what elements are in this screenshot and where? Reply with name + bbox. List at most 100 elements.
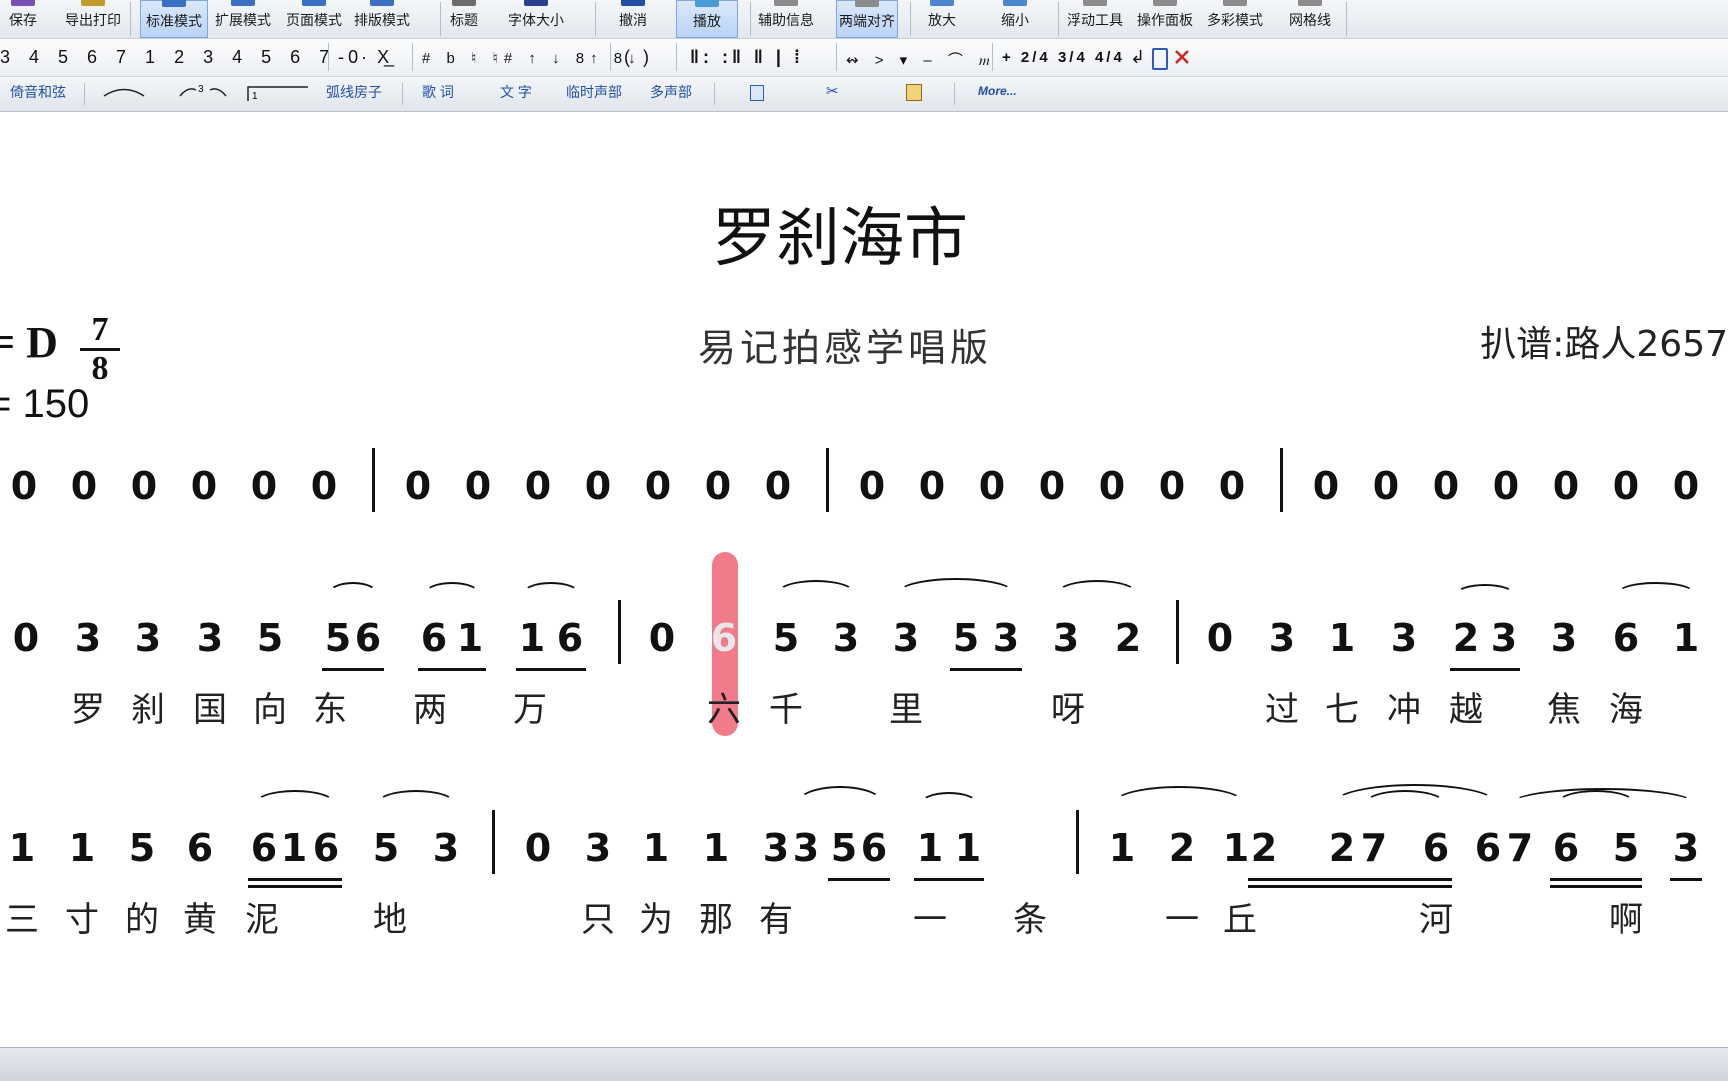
note-digit[interactable]: 5	[1607, 820, 1645, 876]
note-digit[interactable]: 0	[1033, 458, 1071, 514]
lyric-syllable[interactable]: 寸	[62, 892, 102, 941]
note-digit[interactable]: 6	[705, 610, 743, 666]
note-digit[interactable]: 0	[7, 610, 45, 666]
note-digit[interactable]: 0	[759, 458, 797, 514]
lyric-syllable[interactable]: 海	[1606, 682, 1646, 731]
layout-mode-button[interactable]: 排版模式	[350, 0, 414, 38]
key-signature[interactable]: = D	[0, 317, 58, 368]
lyric-syllable[interactable]: 三	[2, 892, 42, 941]
note-digit[interactable]: 0	[699, 458, 737, 514]
dash-buttons[interactable]: - · _	[338, 47, 400, 68]
lyric-syllable[interactable]: 条	[1010, 892, 1050, 941]
note-digit[interactable]: 0	[1093, 458, 1131, 514]
note-digit[interactable]: 3	[1545, 610, 1583, 666]
lyric-syllable[interactable]: 七	[1322, 682, 1362, 731]
note-digit[interactable]: 0	[5, 458, 43, 514]
lyric-syllable[interactable]: 冲	[1384, 682, 1424, 731]
more-button[interactable]: More...	[978, 84, 1017, 98]
note-digit[interactable]: 0	[459, 458, 497, 514]
note-digit[interactable]: 6	[855, 820, 893, 876]
note-digit[interactable]: 5	[123, 820, 161, 876]
note-digit[interactable]: 0	[305, 458, 343, 514]
note-digit[interactable]: 0	[643, 610, 681, 666]
note-digit[interactable]: 6	[1607, 610, 1645, 666]
note-digit[interactable]: 5	[767, 610, 805, 666]
lyric-syllable[interactable]: 啊	[1606, 892, 1646, 941]
barline-buttons[interactable]: ‖: :‖ ‖ | ⁞	[690, 47, 804, 68]
note-digit[interactable]: 0	[1667, 458, 1705, 514]
volta-bracket-icon[interactable]: 1	[246, 83, 310, 103]
note-digit[interactable]: 1	[637, 820, 675, 876]
note-digit[interactable]: 0	[853, 458, 891, 514]
mark-buttons[interactable]: ↭ > ▾ – ⌒ 𝆐	[846, 49, 996, 70]
note-digit[interactable]: 3	[987, 610, 1025, 666]
note-digit[interactable]: 3	[1047, 610, 1085, 666]
note-digit[interactable]: 0	[1607, 458, 1645, 514]
time-signature-buttons[interactable]: + 2/4 3/4 4/4	[1002, 49, 1125, 66]
lyric-syllable[interactable]: 千	[766, 682, 806, 731]
justify-button[interactable]: 两端对齐	[836, 0, 898, 38]
note-digit[interactable]: 5	[367, 820, 405, 876]
note-digit[interactable]: 1	[1667, 610, 1705, 666]
arranger-credit[interactable]: 扒谱:路人2657	[1480, 315, 1728, 367]
lyrics-button[interactable]: 歌 词	[422, 82, 454, 102]
lyric-syllable[interactable]: 黄	[180, 892, 220, 941]
note-digit[interactable]: 0	[1153, 458, 1191, 514]
lyric-syllable[interactable]: 呀	[1048, 682, 1088, 731]
note-digit[interactable]: 0	[913, 458, 951, 514]
note-digit[interactable]: 1	[697, 820, 735, 876]
lyric-syllable[interactable]: 过	[1262, 682, 1302, 731]
note-digit[interactable]: 0	[65, 458, 103, 514]
note-digit[interactable]: 6	[551, 610, 589, 666]
score-title[interactable]: 罗刹海市	[0, 187, 1680, 279]
multi-voice-button[interactable]: 多声部	[650, 82, 692, 102]
note-digit[interactable]: 3	[827, 610, 865, 666]
note-digit[interactable]: 5	[947, 610, 985, 666]
title-button[interactable]: 标题	[440, 0, 488, 38]
zoom-out-button[interactable]: 缩小	[990, 0, 1040, 38]
note-digit[interactable]: 2	[1163, 820, 1201, 876]
lyric-syllable[interactable]: 一	[910, 892, 950, 941]
text-button[interactable]: 文 字	[500, 82, 532, 102]
font-size-button[interactable]: 字体大小	[500, 0, 572, 38]
note-digit[interactable]: 3	[1385, 610, 1423, 666]
note-digit[interactable]: 0	[519, 820, 557, 876]
lyric-syllable[interactable]: 为	[636, 892, 676, 941]
delete-icon[interactable]	[1174, 49, 1190, 65]
note-digit[interactable]: 1	[1323, 610, 1361, 666]
lyric-syllable[interactable]: 丘	[1220, 892, 1260, 941]
play-button[interactable]: 播放	[676, 0, 738, 38]
lyric-syllable[interactable]: 刹	[128, 682, 168, 731]
accidental-buttons[interactable]: # b ♮ ♮# ↑ ↓ 8↑ 8↓	[422, 49, 642, 67]
note-digit[interactable]: 1	[513, 610, 551, 666]
lyric-syllable[interactable]: 有	[756, 892, 796, 941]
standard-mode-button[interactable]: 标准模式	[140, 0, 208, 38]
lyric-syllable[interactable]: 地	[370, 892, 410, 941]
operation-panel-button[interactable]: 操作面板	[1134, 0, 1196, 38]
note-digit[interactable]: 7	[1501, 820, 1539, 876]
note-digit[interactable]: 0	[1487, 458, 1525, 514]
note-digit[interactable]: 1	[911, 820, 949, 876]
page-mode-button[interactable]: 页面模式	[282, 0, 346, 38]
paste-icon[interactable]	[906, 84, 922, 101]
note-digit[interactable]: 0	[973, 458, 1011, 514]
lyric-syllable[interactable]: 一	[1162, 892, 1202, 941]
lyric-syllable[interactable]: 泥	[242, 892, 282, 941]
lyric-syllable[interactable]: 六	[704, 682, 744, 731]
time-signature[interactable]: 7 8	[80, 312, 120, 387]
note-digit[interactable]: 2	[1109, 610, 1147, 666]
score-subtitle[interactable]: 易记拍感学唱版	[0, 317, 1690, 372]
note-digit[interactable]: 1	[1103, 820, 1141, 876]
line-break-button[interactable]: ↲	[1130, 47, 1145, 68]
note-digit[interactable]: 6	[349, 610, 387, 666]
lyric-syllable[interactable]: 国	[190, 682, 230, 731]
zoom-in-button[interactable]: 放大	[918, 0, 966, 38]
note-digit[interactable]: 0	[1201, 610, 1239, 666]
color-mode-button[interactable]: 多彩模式	[1204, 0, 1266, 38]
lyric-syllable[interactable]: 河	[1416, 892, 1456, 941]
note-digit[interactable]: 1	[451, 610, 489, 666]
lyric-syllable[interactable]: 万	[510, 682, 550, 731]
grace-chord-button[interactable]: 倚音和弦	[10, 82, 66, 102]
note-digit[interactable]: 3	[1667, 820, 1705, 876]
lyric-syllable[interactable]: 只	[578, 892, 618, 941]
